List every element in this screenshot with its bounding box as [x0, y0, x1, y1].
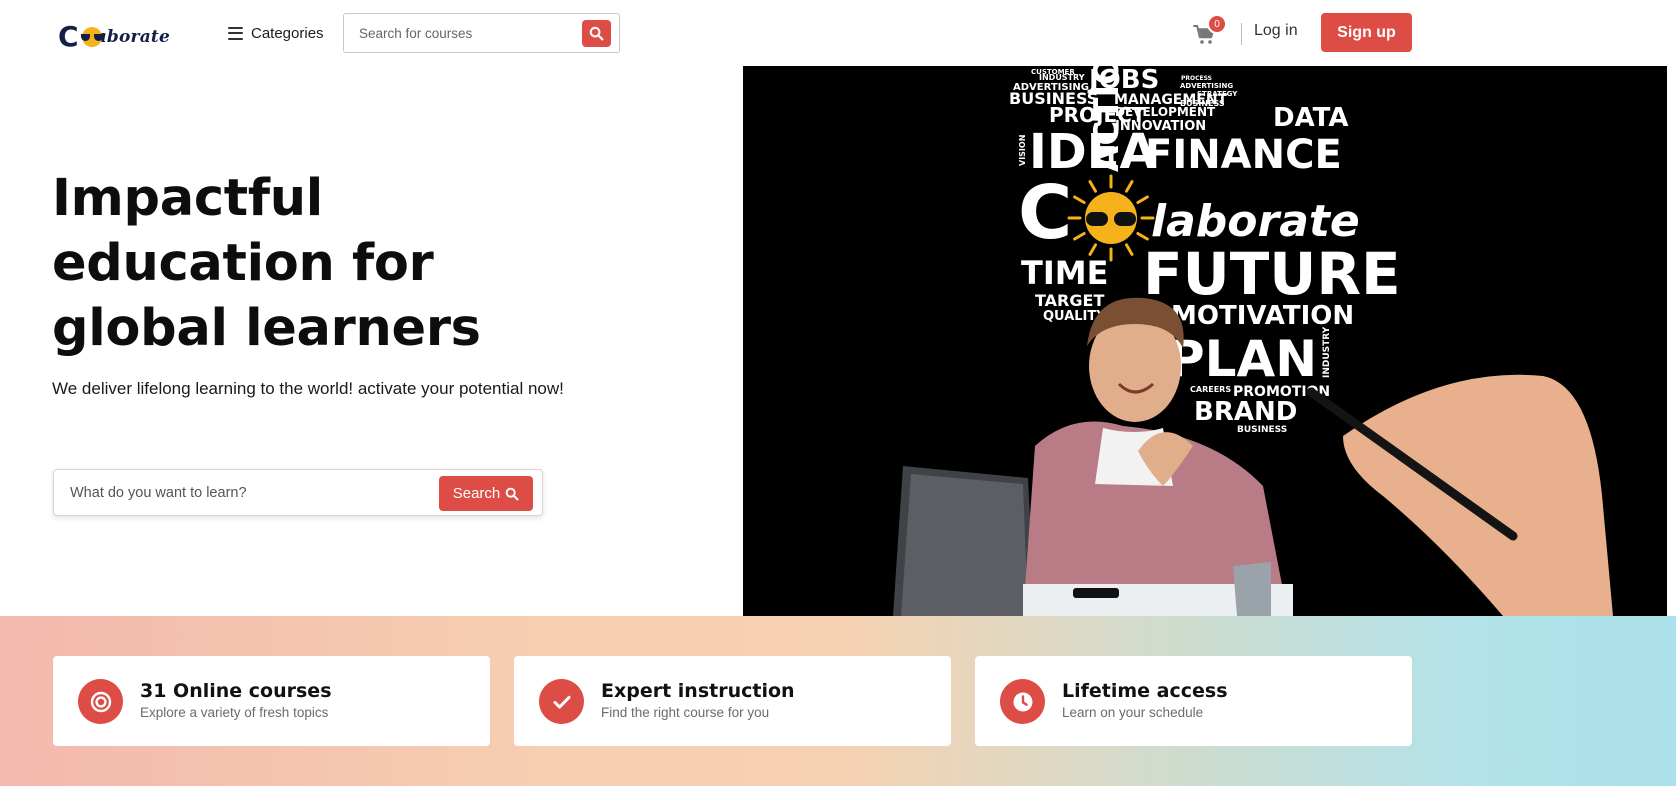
feature-title: Lifetime access	[1062, 680, 1228, 702]
image-logo-sun-ray	[1073, 232, 1086, 241]
hamburger-icon	[228, 26, 243, 40]
feature-title: Expert instruction	[601, 680, 795, 702]
phone-icon	[1073, 588, 1119, 598]
wordcloud-target: TARGET	[1035, 291, 1104, 310]
wordcloud-careers: CAREERS	[1190, 385, 1231, 394]
features-band: 31 Online courses Explore a variety of f…	[0, 616, 1676, 786]
mug-icon	[1233, 562, 1271, 616]
wordcloud-action: ACTION	[1087, 66, 1127, 172]
laptop-screen	[901, 474, 1028, 616]
hand	[1343, 374, 1613, 616]
categories-label: Categories	[251, 24, 324, 42]
wordcloud-motivation: MOTIVATION	[1171, 301, 1354, 331]
header-divider	[1241, 23, 1242, 45]
wordcloud-business-bottom: BUSINESS	[1237, 425, 1287, 435]
feature-card-access: Lifetime access Learn on your schedule	[975, 656, 1412, 746]
target-icon	[78, 679, 123, 724]
search-icon	[589, 26, 604, 41]
feature-card-courses: 31 Online courses Explore a variety of f…	[53, 656, 490, 746]
feature-subtitle: Learn on your schedule	[1062, 705, 1204, 720]
hero-title: Impactful education for global learners	[52, 169, 481, 358]
categories-menu-button[interactable]: Categories	[228, 20, 324, 46]
hero-search-button[interactable]: Search	[439, 476, 533, 511]
image-logo-sun-ray	[1136, 232, 1149, 241]
image-logo-sun-ray	[1073, 195, 1086, 204]
image-logo-sun-ray	[1125, 180, 1134, 193]
wordcloud-vision: VISION	[1018, 135, 1027, 166]
clock-icon	[1000, 679, 1045, 724]
wordcloud-industry-bottom: INDUSTRY	[1322, 326, 1332, 378]
hero-illustration: CUSTOMER JOBS ADVERTISING INDUSTRY BUSIN…	[743, 66, 1667, 616]
wordcloud-finance: FINANCE	[1145, 132, 1342, 178]
image-logo-sun-ray	[1088, 243, 1097, 256]
wordcloud-process: PROCESS	[1181, 75, 1212, 82]
wordcloud-future: FUTURE	[1143, 240, 1401, 308]
hero-search-box: Search	[53, 469, 543, 516]
feature-card-instruction: Expert instruction Find the right course…	[514, 656, 951, 746]
check-icon	[539, 679, 584, 724]
feature-subtitle: Explore a variety of fresh topics	[140, 705, 329, 720]
wordcloud-data: DATA	[1273, 103, 1349, 133]
image-logo-prefix: C	[1018, 170, 1072, 256]
header-search-button[interactable]	[582, 20, 611, 47]
header-search-input[interactable]	[344, 15, 574, 51]
image-logo-sun-ray	[1125, 243, 1134, 256]
login-link[interactable]: Log in	[1254, 22, 1298, 40]
search-icon	[505, 487, 519, 500]
wordcloud-time: TIME	[1021, 254, 1108, 292]
image-logo-sun-ray	[1088, 180, 1097, 193]
image-logo-sun-ray	[1136, 195, 1149, 204]
cart-button[interactable]: 0	[1193, 14, 1227, 48]
image-logo-glasses-left	[1086, 212, 1108, 226]
signup-button[interactable]: Sign up	[1321, 13, 1412, 52]
header-search-box	[343, 13, 620, 53]
wordcloud-plan: PLAN	[1168, 330, 1317, 388]
feature-subtitle: Find the right course for you	[601, 705, 770, 720]
top-navbar: C laborate Categories 0 Log in Sign up	[0, 0, 1676, 66]
wordcloud-industry: INDUSTRY	[1039, 73, 1085, 82]
wordcloud-development: DEVELOPMENT	[1115, 105, 1216, 119]
site-logo[interactable]: C laborate	[58, 20, 170, 54]
wordcloud-brand: BRAND	[1194, 397, 1297, 427]
image-logo-glasses-right	[1114, 212, 1136, 226]
wordcloud-advertising-small: ADVERTISING	[1180, 82, 1233, 90]
feature-title: 31 Online courses	[140, 680, 332, 702]
hero-search-input[interactable]	[54, 472, 434, 513]
hero-subtitle: We deliver lifelong learning to the worl…	[52, 379, 564, 398]
cart-count-badge: 0	[1207, 14, 1227, 34]
sun-glasses-logo-icon	[80, 25, 103, 49]
